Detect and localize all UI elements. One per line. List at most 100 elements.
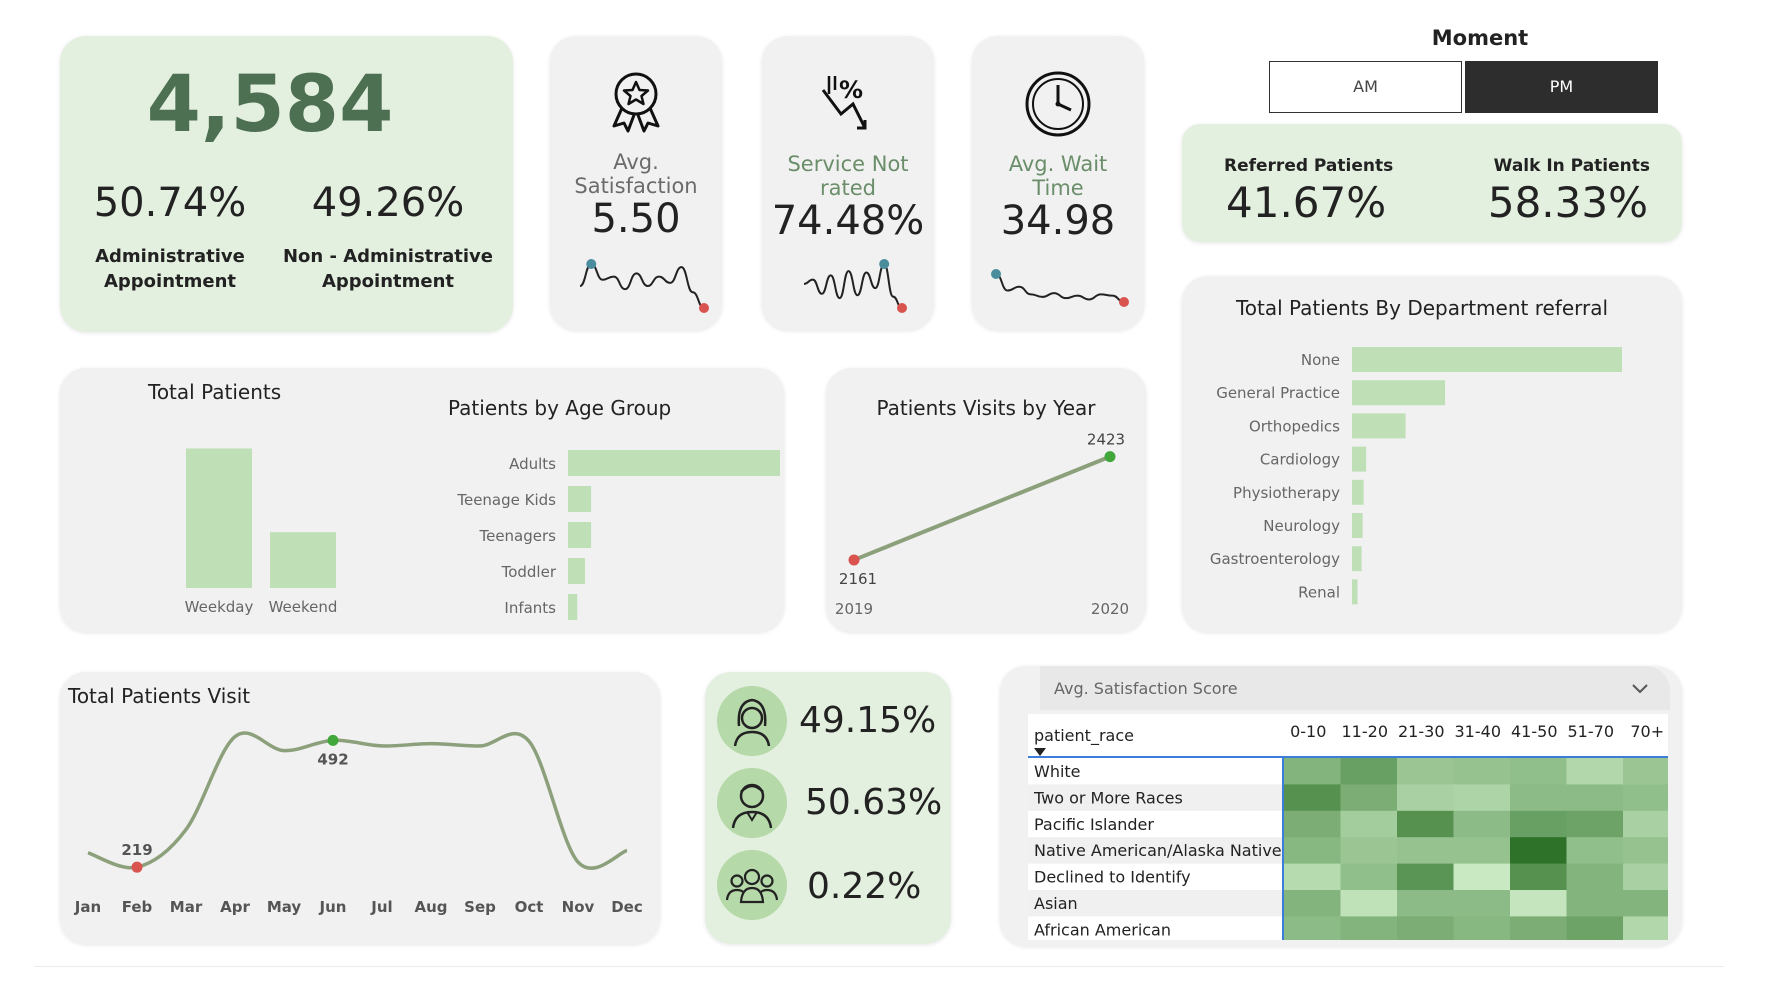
avg-satisfaction-card: Avg. Satisfaction 5.50: [550, 36, 722, 330]
monthly-visits-line-chart: 219 492 Jan Feb Mar Apr May Jun Jul Aug Sep Oct Nov D…: [74, 731, 643, 916]
heatmap-cell: [1453, 916, 1511, 940]
heatmap-cell: [1453, 837, 1511, 865]
heatmap-cell: [1340, 810, 1398, 838]
sparkline-path: [803, 262, 903, 309]
x-tick-label: Jan: [74, 898, 101, 916]
heatmap-cell: [1510, 837, 1567, 865]
heatmap-cell: [1340, 863, 1398, 891]
heatmap-cell: [1453, 784, 1511, 812]
moment-slicer-title: Moment: [1431, 26, 1529, 50]
heatmap-cell: [1623, 758, 1668, 785]
data-label: 2423: [1087, 431, 1125, 449]
heatmap-cell: [1623, 863, 1668, 891]
department-label: Cardiology: [1260, 451, 1340, 469]
total-patients-chart-title: Total Patients: [148, 380, 282, 404]
x-tick-label: Jul: [370, 898, 392, 916]
service-not-rated-value: 74.48%: [771, 198, 925, 244]
x-tick-label: Oct: [515, 898, 544, 916]
moment-option-am-label: AM: [1353, 77, 1378, 96]
heatmap-cell: [1284, 863, 1341, 891]
age-label: Toddler: [501, 563, 557, 581]
service-not-rated-sparkline: [803, 259, 907, 313]
clock-icon: [1025, 71, 1091, 137]
moment-option-am[interactable]: AM: [1269, 61, 1462, 113]
department-bar: [1352, 347, 1622, 372]
heatmap-cell: [1340, 784, 1398, 812]
heatmap-cell: [1566, 810, 1624, 838]
moment-option-pm-label: PM: [1549, 77, 1574, 96]
avg-satisfaction-label-1: Avg.: [613, 150, 659, 174]
department-label: None: [1301, 351, 1340, 369]
x-tick-label: 2020: [1091, 600, 1129, 618]
moment-option-pm[interactable]: PM: [1465, 61, 1658, 113]
department-bar: [1352, 479, 1364, 505]
heatmap-cell: [1340, 890, 1398, 917]
row-label: Native American/Alaska Native: [1034, 841, 1282, 860]
sparkline-path: [995, 273, 1125, 303]
total-patients-value: 4,584: [146, 60, 394, 150]
heatmap-cell: [1397, 758, 1454, 785]
visits-by-year-title: Patients Visits by Year: [876, 396, 1096, 420]
column-header: 21-30: [1398, 722, 1445, 741]
department-referral-title: Total Patients By Department referral: [1235, 296, 1609, 320]
column-header: 11-20: [1342, 722, 1389, 741]
year-point-max: [1104, 451, 1116, 463]
row-label: Declined to Identify: [1034, 868, 1191, 887]
walkin-patients-label: Walk In Patients: [1493, 156, 1650, 176]
heatmap-cell: [1284, 890, 1341, 917]
age-group-chart-title: Patients by Age Group: [448, 396, 672, 420]
visits-by-year-card: Patients Visits by Year 2161 2423 2019 2020: [826, 368, 1146, 632]
monthly-visits-title: Total Patients Visit: [68, 684, 251, 708]
heatmap-cell: [1284, 837, 1341, 865]
female-avatar-icon: [717, 686, 787, 756]
service-not-rated-label-1: Service Not: [787, 152, 909, 176]
total-patients-age-card: Total Patients Weekday Weekend Patients b…: [60, 368, 784, 632]
year-line: [853, 454, 1111, 562]
avg-wait-time-card: Avg. Wait Time 34.98: [972, 36, 1144, 330]
heatmap-cell: [1566, 837, 1624, 865]
age-label: Infants: [504, 599, 556, 617]
visits-by-year-line-chart: 2161 2423 2019 2020: [835, 431, 1129, 618]
service-not-rated-label-2: rated: [820, 176, 876, 200]
total-patients-kpi-card: 4,584 50.74% Administrative Appointment …: [60, 36, 513, 332]
service-not-rated-card: % Service Not rated 74.48%: [762, 36, 934, 330]
age-bar: [568, 450, 780, 476]
referred-patients-value: 41.67%: [1226, 178, 1387, 227]
monthly-line: [87, 731, 628, 870]
nonadmin-appointment-percent: 49.26%: [311, 180, 465, 226]
sparkline-max-point: [586, 259, 597, 269]
heatmap-cell: [1623, 784, 1668, 812]
heatmap-cell: [1623, 837, 1668, 865]
male-avatar-icon: [717, 768, 787, 838]
admin-appointment-label-1: Administrative: [95, 246, 245, 267]
walkin-patients-value: 58.33%: [1487, 178, 1648, 227]
award-ribbon-icon: [612, 72, 660, 133]
heatmap-cell: [1510, 758, 1567, 785]
chevron-down-icon[interactable]: [1628, 676, 1652, 700]
department-label: Physiotherapy: [1233, 484, 1340, 502]
heatmap-cell: [1566, 916, 1624, 940]
avg-wait-time-label-2: Time: [1032, 176, 1084, 200]
x-tick-label: Sep: [464, 898, 496, 916]
heatmap-cell: [1623, 890, 1668, 917]
column-header: 0-10: [1290, 722, 1326, 741]
heatmap-cell: [1453, 863, 1511, 891]
data-label: 492: [317, 750, 348, 768]
department-label: General Practice: [1216, 384, 1340, 402]
department-label: Orthopedics: [1249, 417, 1340, 435]
monthly-min-point: [131, 861, 143, 873]
heatmap-cell: [1284, 758, 1341, 785]
gender-split-card: 49.15% 50.63% 0.22%: [705, 672, 951, 944]
bar-weekday: [186, 448, 252, 588]
satisfaction-matrix-card: Avg. Satisfaction Score patient_race 0-1…: [1000, 666, 1682, 946]
age-label: Teenage Kids: [456, 491, 556, 509]
heatmap-cell: [1453, 758, 1511, 785]
heatmap-cell: [1510, 863, 1567, 891]
matrix-title: Avg. Satisfaction Score: [1054, 679, 1238, 698]
x-tick-label: 2019: [835, 600, 873, 618]
age-label: Adults: [509, 455, 556, 473]
data-label: 219: [121, 841, 152, 859]
heatmap-cell: [1284, 916, 1341, 940]
avg-satisfaction-sparkline: [579, 259, 709, 313]
page-bottom-divider: [34, 966, 1724, 967]
